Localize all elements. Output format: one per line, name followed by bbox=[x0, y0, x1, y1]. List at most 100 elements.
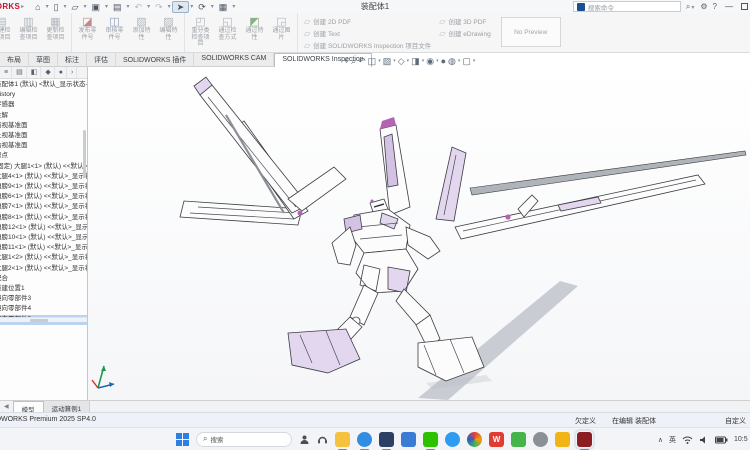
tree-item[interactable]: 前视基准面 bbox=[0, 121, 87, 131]
home-icon[interactable]: ⌂ bbox=[31, 1, 44, 13]
solidworks-app-icon[interactable] bbox=[577, 432, 592, 447]
headset-icon[interactable] bbox=[317, 434, 328, 445]
tab-SOLIDWORKS 插件[interactable]: SOLIDWORKS 插件 bbox=[116, 53, 194, 67]
gray-app-icon[interactable] bbox=[533, 432, 548, 447]
print-icon[interactable]: ▤ bbox=[109, 1, 126, 13]
tree-item[interactable]: 翅膀9<1> (默认) <<默认>_显示状态 1> bbox=[0, 182, 87, 192]
wps-office-icon[interactable]: W bbox=[489, 432, 504, 447]
tab-布局[interactable]: 布局 bbox=[0, 53, 29, 67]
annotation-view-icon[interactable]: ▧ bbox=[383, 56, 392, 66]
export-command[interactable]: ▱创建 3D PDF bbox=[439, 16, 490, 26]
propertymanager-icon[interactable]: ▤ bbox=[13, 67, 27, 78]
tab-运动算例1[interactable]: 运动算例1 bbox=[44, 401, 91, 412]
tree-item[interactable]: 翅膀12<1> (默认) <<默认>_显示状态 1> bbox=[0, 223, 87, 233]
dimxpertmanager-icon[interactable]: ◆ bbox=[42, 67, 54, 78]
briefcase-app-icon[interactable] bbox=[379, 432, 394, 447]
command-search-box[interactable]: 搜索命令 bbox=[573, 1, 681, 12]
tree-item[interactable]: 原点 bbox=[0, 151, 87, 161]
help-icon[interactable]: ? bbox=[713, 2, 717, 11]
tab-草图[interactable]: 草图 bbox=[29, 53, 58, 67]
select-cursor-icon[interactable]: ➤ bbox=[172, 1, 190, 13]
export-command[interactable]: ▱创建 SOLIDWORKS Inspection 项目文件 bbox=[304, 40, 431, 50]
ribbon-tool-button[interactable]: ▤新建检 查项目 bbox=[0, 14, 15, 51]
tab-SOLIDWORKS CAM[interactable]: SOLIDWORKS CAM bbox=[194, 53, 274, 67]
tree-item[interactable]: 注解 bbox=[0, 111, 87, 121]
security-app-icon[interactable] bbox=[401, 432, 416, 447]
tab-模型[interactable]: 模型 bbox=[13, 401, 44, 412]
zoom-area-icon[interactable]: ⌕ bbox=[351, 56, 356, 66]
ribbon-tool-button[interactable]: ◲通过图 片 bbox=[268, 14, 295, 51]
export-command[interactable]: ▱创建 2D PDF bbox=[304, 16, 431, 26]
tree-item[interactable]: 镜向零部件4 bbox=[0, 304, 87, 314]
displaymanager-icon[interactable]: ● bbox=[56, 67, 67, 78]
ribbon-tool-button[interactable]: ▥编辑检 查项目 bbox=[15, 14, 42, 51]
edge-browser-icon[interactable] bbox=[357, 432, 372, 447]
export-command[interactable]: ▱创建 eDrawing bbox=[439, 28, 490, 38]
ribbon-tool-button[interactable]: ▧添加特 性 bbox=[128, 14, 155, 51]
tree-item[interactable]: 翅膀7<1> (默认) <<默认>_显示状态 1> bbox=[0, 202, 87, 212]
undo-icon[interactable]: ↶ bbox=[131, 1, 147, 13]
ribbon-tool-button[interactable]: ◪发布零 件号 bbox=[74, 14, 101, 51]
tree-item[interactable]: 大腿2<1> (默认) <<默认>_显示状态 1> bbox=[0, 264, 87, 274]
apply-scene-icon[interactable]: ◍ bbox=[448, 56, 456, 66]
taskbar-search[interactable]: ⌕ 搜索 bbox=[196, 432, 292, 447]
tree-item[interactable]: 翅膀11<1> (默认) <<默认>_显示状态 1> bbox=[0, 243, 87, 253]
display-style-icon[interactable]: ◨ bbox=[411, 56, 420, 66]
logo-menu-caret-icon[interactable]: ▸ bbox=[21, 3, 24, 10]
panel-vertical-scrollbar[interactable] bbox=[83, 130, 86, 178]
tree-item[interactable]: 配合 bbox=[0, 274, 87, 284]
section-view-icon[interactable]: ◫ bbox=[368, 56, 377, 66]
tree-item[interactable]: 上视基准面 bbox=[0, 131, 87, 141]
previous-view-icon[interactable]: ↶ bbox=[358, 56, 366, 66]
ribbon-tool-button[interactable]: ▦更新检 查项目 bbox=[42, 14, 69, 51]
open-icon[interactable]: ▱ bbox=[68, 1, 83, 13]
options-gear-icon[interactable]: ⚙ bbox=[700, 2, 707, 11]
ribbon-tool-button[interactable]: ◱通过检 查方式 bbox=[214, 14, 241, 51]
tree-item[interactable]: 镜向零部件3 bbox=[0, 294, 87, 304]
wifi-icon[interactable] bbox=[682, 435, 693, 445]
save-icon[interactable]: ▣ bbox=[87, 1, 104, 13]
minimize-button[interactable]: — bbox=[722, 2, 736, 11]
tab-scroll-left-icon[interactable]: ◀ bbox=[0, 401, 13, 412]
hide-show-items-icon[interactable]: ◉ bbox=[426, 56, 434, 66]
file-properties-icon[interactable]: ▦ bbox=[215, 1, 232, 13]
tree-item[interactable]: 右视基准面 bbox=[0, 141, 87, 151]
user-icon[interactable] bbox=[299, 434, 310, 445]
export-command[interactable]: ▱创建 Text bbox=[304, 28, 431, 38]
view-settings-icon[interactable]: ▢ bbox=[462, 56, 471, 66]
green-app-icon[interactable] bbox=[511, 432, 526, 447]
tab-评估[interactable]: 评估 bbox=[87, 53, 116, 67]
restore-button[interactable] bbox=[741, 3, 748, 10]
wechat-icon[interactable] bbox=[423, 432, 438, 447]
tree-item[interactable]: 大腿1<2> (默认) <<默认>_显示状态 1> bbox=[0, 253, 87, 263]
clock[interactable]: 10:5 bbox=[734, 436, 750, 443]
tree-item[interactable]: (固定) 大腿1<1> (默认) <<默认>_显示状态 1> bbox=[0, 162, 87, 172]
tree-item[interactable]: 翅膀8<1> (默认) <<默认>_显示状态 1> bbox=[0, 213, 87, 223]
tree-item[interactable]: 翅膀6<1> (默认) <<默认>_显示状态 1> bbox=[0, 192, 87, 202]
browser-360-icon[interactable] bbox=[445, 432, 460, 447]
tray-expand-icon[interactable]: ∧ bbox=[658, 436, 663, 444]
tree-item[interactable]: 装配体1 (默认) <默认_显示状态-1> bbox=[0, 80, 87, 90]
panel-horizontal-scrollbar[interactable] bbox=[0, 317, 87, 322]
custom-status-label[interactable]: 自定义 bbox=[725, 416, 746, 426]
view-orientation-icon[interactable]: ◇ bbox=[398, 56, 405, 66]
ime-indicator[interactable]: 英 bbox=[669, 435, 676, 445]
search-icon[interactable]: ⌕▾ bbox=[686, 2, 696, 12]
battery-icon[interactable] bbox=[715, 436, 728, 444]
start-button[interactable] bbox=[176, 433, 189, 446]
featuremanager-tree-icon[interactable]: ≡ bbox=[1, 67, 12, 78]
redo-icon[interactable]: ↷ bbox=[151, 1, 167, 13]
tree-item[interactable]: 大腿4<1> (默认) <<默认>_显示状态 1> bbox=[0, 172, 87, 182]
ribbon-tool-button[interactable]: ▨编辑特 性 bbox=[155, 14, 182, 51]
tree-item[interactable]: History bbox=[0, 90, 87, 100]
tree-item[interactable]: 翅膀10<1> (默认) <<默认>_显示状态 1> bbox=[0, 233, 87, 243]
edit-appearance-icon[interactable]: ● bbox=[441, 56, 446, 66]
tab-标注[interactable]: 标注 bbox=[58, 53, 87, 67]
panel-overflow-icon[interactable]: › bbox=[68, 67, 77, 78]
scrollbar-thumb[interactable] bbox=[30, 319, 48, 322]
configurationmanager-icon[interactable]: ◧ bbox=[28, 67, 42, 78]
file-explorer-icon[interactable] bbox=[335, 432, 350, 447]
yellow-app-icon[interactable] bbox=[555, 432, 570, 447]
ribbon-tool-button[interactable]: ◩通过特 性 bbox=[241, 14, 268, 51]
colorful-browser-icon[interactable] bbox=[467, 432, 482, 447]
